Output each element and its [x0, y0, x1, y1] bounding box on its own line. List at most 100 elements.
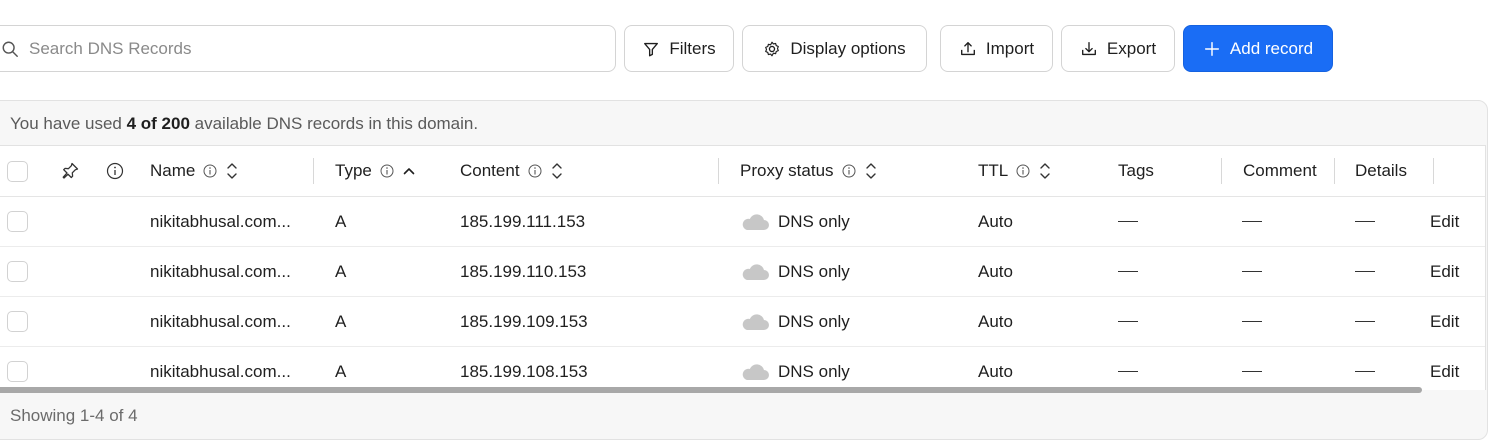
- download-icon: [1081, 41, 1096, 55]
- display-options-label: Display options: [790, 38, 906, 58]
- info-header: [106, 146, 124, 196]
- record-type: A: [335, 361, 347, 381]
- record-ttl: Auto: [978, 261, 1013, 281]
- column-type[interactable]: Type: [335, 146, 415, 196]
- column-type-label: Type: [335, 161, 372, 180]
- column-divider[interactable]: [1221, 158, 1222, 184]
- info-icon[interactable]: [106, 162, 124, 180]
- record-name: nikitabhusal.com...: [150, 211, 291, 231]
- record-tags: [1118, 197, 1138, 246]
- column-divider[interactable]: [313, 158, 314, 184]
- column-comment-label: Comment: [1243, 161, 1317, 180]
- search-input[interactable]: [29, 36, 589, 62]
- record-name: nikitabhusal.com...: [150, 261, 291, 281]
- row-checkbox[interactable]: [7, 211, 28, 232]
- sort-ascending-icon[interactable]: [403, 161, 415, 181]
- sort-icon[interactable]: [551, 161, 563, 181]
- empty-dash: [1355, 270, 1375, 273]
- record-content: 185.199.109.153: [460, 311, 588, 331]
- column-details[interactable]: Details: [1355, 146, 1407, 196]
- row-checkbox[interactable]: [7, 361, 28, 382]
- info-icon[interactable]: [203, 164, 217, 178]
- edit-link[interactable]: Edit: [1430, 297, 1459, 346]
- empty-dash: [1355, 220, 1375, 223]
- record-content: 185.199.110.153: [460, 261, 587, 281]
- select-all-cell: [7, 146, 28, 196]
- table-row[interactable]: nikitabhusal.com... A 185.199.110.153 DN…: [0, 247, 1485, 297]
- sort-icon[interactable]: [1039, 161, 1051, 181]
- record-comment: [1242, 197, 1262, 246]
- pin-icon[interactable]: [60, 161, 80, 181]
- row-select-cell: [7, 247, 28, 296]
- column-name-label: Name: [150, 161, 196, 180]
- edit-link[interactable]: Edit: [1430, 347, 1459, 390]
- cloud-icon: [742, 363, 769, 380]
- proxy-status-text: DNS only: [778, 211, 850, 231]
- search-box[interactable]: [0, 25, 616, 72]
- column-details-label: Details: [1355, 161, 1407, 180]
- import-button[interactable]: Import: [940, 25, 1053, 72]
- column-divider[interactable]: [1433, 158, 1434, 184]
- record-type: A: [335, 311, 347, 331]
- row-select-cell: [7, 347, 28, 390]
- display-options-button[interactable]: Display options: [742, 25, 927, 72]
- row-checkbox[interactable]: [7, 311, 28, 332]
- pagination-summary: Showing 1-4 of 4: [10, 406, 138, 425]
- table-row[interactable]: nikitabhusal.com... A 185.199.111.153 DN…: [0, 197, 1485, 247]
- record-type: A: [335, 261, 347, 281]
- usage-count: 4 of 200: [126, 114, 190, 133]
- column-content[interactable]: Content: [460, 146, 563, 196]
- cloud-icon: [742, 263, 769, 280]
- sort-icon[interactable]: [226, 161, 238, 181]
- export-label: Export: [1106, 38, 1157, 58]
- dns-records-table: Name Type Content Proxy status TTL Tags: [0, 145, 1486, 390]
- column-proxy-status[interactable]: Proxy status: [740, 146, 877, 196]
- sort-icon[interactable]: [865, 161, 877, 181]
- record-proxy-status: DNS only: [740, 297, 850, 346]
- empty-dash: [1242, 270, 1262, 273]
- edit-link[interactable]: Edit: [1430, 247, 1459, 296]
- column-comment[interactable]: Comment: [1243, 146, 1317, 196]
- row-select-cell: [7, 297, 28, 346]
- funnel-icon: [644, 42, 659, 56]
- empty-dash: [1355, 370, 1375, 373]
- info-icon[interactable]: [528, 164, 542, 178]
- column-tags-label: Tags: [1118, 161, 1154, 180]
- cloud-icon: [742, 313, 769, 330]
- record-ttl: Auto: [978, 361, 1013, 381]
- info-icon[interactable]: [380, 164, 394, 178]
- column-ttl-label: TTL: [978, 161, 1009, 180]
- empty-dash: [1242, 320, 1262, 323]
- record-name: nikitabhusal.com...: [150, 361, 291, 381]
- add-record-button[interactable]: Add record: [1183, 25, 1333, 72]
- plus-icon: [1204, 41, 1219, 56]
- column-divider[interactable]: [1334, 158, 1335, 184]
- horizontal-scrollbar[interactable]: [0, 387, 1422, 393]
- record-name: nikitabhusal.com...: [150, 311, 291, 331]
- column-name[interactable]: Name: [150, 146, 238, 196]
- empty-dash: [1242, 370, 1262, 373]
- empty-dash: [1118, 320, 1138, 323]
- table-row[interactable]: nikitabhusal.com... A 185.199.109.153 DN…: [0, 297, 1485, 347]
- add-record-label: Add record: [1229, 38, 1314, 58]
- column-divider[interactable]: [718, 158, 719, 184]
- upload-icon: [960, 41, 975, 55]
- info-icon[interactable]: [842, 164, 856, 178]
- row-checkbox[interactable]: [7, 261, 28, 282]
- table-row[interactable]: nikitabhusal.com... A 185.199.108.153 DN…: [0, 347, 1485, 390]
- column-ttl[interactable]: TTL: [978, 146, 1051, 196]
- export-button[interactable]: Export: [1061, 25, 1175, 72]
- record-details: [1355, 297, 1375, 346]
- edit-link[interactable]: Edit: [1430, 197, 1459, 246]
- filters-button[interactable]: Filters: [624, 25, 734, 72]
- record-details: [1355, 247, 1375, 296]
- column-content-label: Content: [460, 161, 520, 180]
- usage-suffix: available DNS records in this domain.: [189, 114, 479, 133]
- column-tags[interactable]: Tags: [1118, 146, 1154, 196]
- record-tags: [1118, 247, 1138, 296]
- select-all-checkbox[interactable]: [7, 160, 28, 182]
- search-icon: [2, 41, 18, 57]
- info-icon[interactable]: [1016, 164, 1030, 178]
- table-header: Name Type Content Proxy status TTL Tags: [0, 146, 1485, 197]
- proxy-status-text: DNS only: [778, 361, 850, 381]
